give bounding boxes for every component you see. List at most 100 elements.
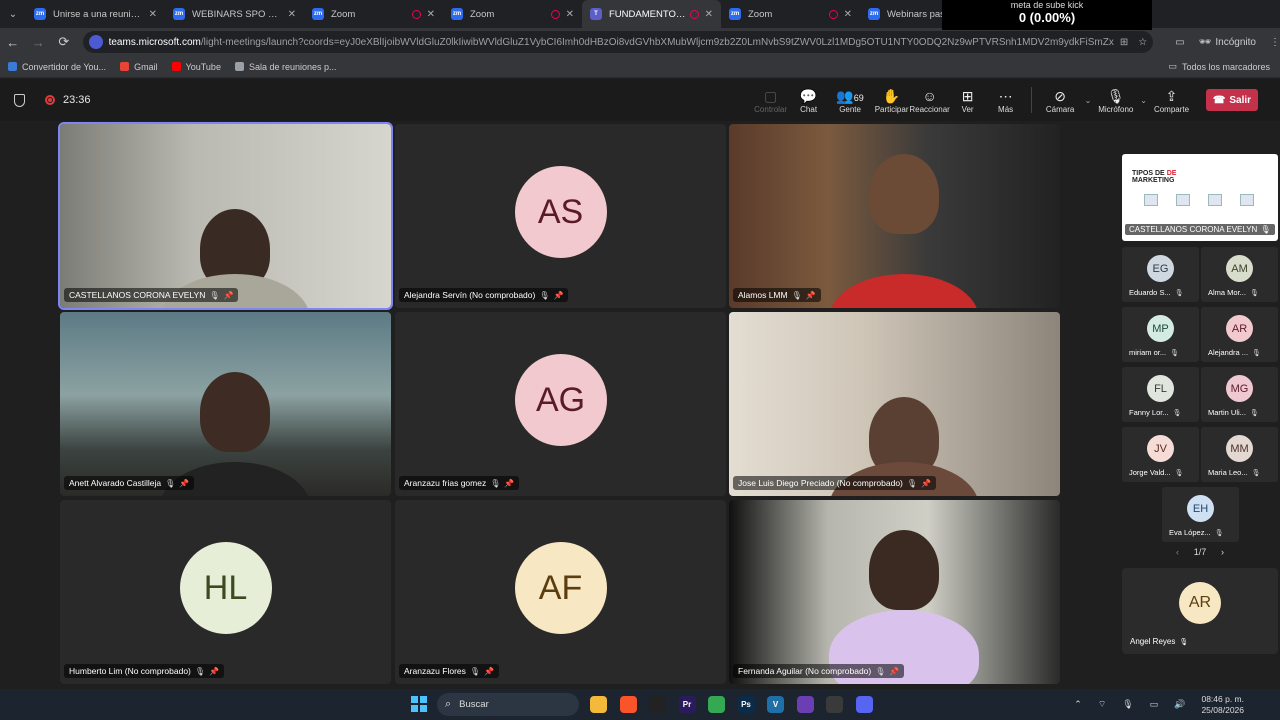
zoom-icon: zm	[451, 8, 463, 20]
zoom-icon: zm	[312, 8, 324, 20]
mic-options-chevron-icon[interactable]: ⌄	[1140, 96, 1147, 105]
pin-icon[interactable]: 📌	[889, 667, 899, 676]
rail-participant-tile[interactable]: EH Eva López... 🎙	[1162, 487, 1239, 542]
incognito-badge[interactable]: 🕶 Incógnito	[1199, 37, 1256, 48]
pin-icon[interactable]: 📌	[504, 479, 514, 488]
share-button[interactable]: ⇪ Comparte	[1150, 87, 1194, 114]
participant-tile[interactable]: AF Aranzazu Flores 🎙 📌	[395, 500, 726, 684]
video-feed-person	[869, 154, 939, 234]
bookmark-favicon-icon	[171, 62, 181, 71]
close-tab-icon[interactable]: ✕	[427, 9, 435, 20]
pin-icon[interactable]: 📌	[179, 479, 189, 488]
reaccionar-button[interactable]: ☺ Reaccionar	[909, 87, 949, 114]
shared-screen-preview[interactable]: TIPOS DE DE MARKETING CASTELLANOS CORONA E…	[1122, 154, 1278, 241]
close-tab-icon[interactable]: ✕	[705, 9, 713, 20]
tray-chevron-icon[interactable]: ⌃	[1074, 699, 1082, 710]
translate-icon[interactable]: ⊞	[1120, 37, 1128, 48]
rail-participant-tile[interactable]: AR Alejandra ... 🎙	[1201, 307, 1278, 362]
sidepanel-icon[interactable]: ▭	[1175, 37, 1184, 48]
rail-participant-tile[interactable]: JV Jorge Vald... 🎙	[1122, 427, 1199, 482]
bookmark-star-icon[interactable]: ☆	[1138, 37, 1147, 48]
pin-icon[interactable]: 📌	[484, 667, 494, 676]
participar-button[interactable]: ✋ Participar	[873, 87, 910, 114]
participant-name: Jose Luis Diego Preciado (No comprobado)	[738, 478, 903, 488]
más-button[interactable]: ⋯ Más	[987, 87, 1024, 114]
pin-icon[interactable]: 📌	[554, 291, 564, 300]
discord-icon[interactable]	[855, 696, 873, 713]
mic-muted-icon: 🎙	[165, 478, 176, 488]
meeting-stage: CASTELLANOS CORONA EVELYN 🎙 📌 AS Alejandra S…	[0, 121, 1280, 689]
participant-tile[interactable]: Fernanda Aguilar (No comprobado) 🎙 📌	[729, 500, 1060, 684]
premiere-icon[interactable]: Pr	[678, 696, 696, 713]
pin-icon[interactable]: 📌	[224, 291, 234, 300]
bookmark-item[interactable]: Convertidor de You...	[8, 62, 106, 72]
reload-icon[interactable]: ⟳	[51, 34, 77, 50]
rail-participant-tile[interactable]: AM Alma Mor... 🎙	[1201, 247, 1278, 302]
network-icon[interactable]: ▭	[1150, 699, 1159, 710]
browser-tab[interactable]: zm Zoom ✕	[721, 0, 860, 28]
close-tab-icon[interactable]: ✕	[288, 9, 296, 20]
gente-button[interactable]: 👥69 Gente	[828, 87, 872, 114]
wifi-off-icon[interactable]: ⌔	[1098, 699, 1106, 710]
microphone-button[interactable]: 🎙 Micrófono	[1094, 87, 1138, 114]
bookmark-item[interactable]: YouTube	[171, 62, 221, 72]
close-tab-icon[interactable]: ✕	[149, 9, 157, 20]
participant-tile[interactable]: HL Humberto Lim (No comprobado) 🎙 📌	[60, 500, 391, 684]
bookmark-item[interactable]: Sala de reuniones p...	[234, 62, 337, 72]
participant-tile[interactable]: CASTELLANOS CORONA EVELYN 🎙 📌	[58, 122, 393, 310]
bookmark-item[interactable]: Gmail	[120, 62, 158, 72]
ver-button[interactable]: ⊞ Ver	[949, 87, 986, 114]
file-explorer-icon[interactable]	[590, 696, 607, 713]
taskbar-search[interactable]: ⌕ Buscar	[437, 693, 579, 716]
all-bookmarks-button[interactable]: ▭ Todos los marcadores	[1168, 61, 1270, 72]
camera-button[interactable]: ⊘ Cámara	[1038, 87, 1082, 114]
browser-tab[interactable]: T FUNDAMENTOS DE M ✕	[582, 0, 721, 28]
back-arrow-icon[interactable]: ←	[0, 35, 26, 50]
rail-participant-tile[interactable]: MM Maria Leo... 🎙	[1201, 427, 1278, 482]
url-field[interactable]: teams.microsoft.com/light-meetings/launc…	[82, 31, 1154, 53]
pin-icon[interactable]: 📌	[209, 667, 219, 676]
slide-title-line1: TIPOS DE	[1132, 170, 1165, 177]
mic-tray-icon[interactable]: 🎙	[1122, 699, 1133, 710]
browser-tab[interactable]: zm WEBINARS SPO 2026 ✕	[165, 0, 304, 28]
vegas-icon[interactable]: V	[767, 696, 784, 713]
rail-participant-tile[interactable]: MG Martin Uli... 🎙	[1201, 367, 1278, 422]
browser-menu-icon[interactable]: ⋮	[1270, 37, 1280, 48]
steam-icon[interactable]	[826, 696, 843, 713]
taskbar-clock[interactable]: 08:46 p. m. 25/08/2026	[1201, 694, 1244, 716]
obs-icon[interactable]	[796, 696, 814, 713]
tiktok-icon[interactable]	[649, 696, 666, 713]
rail-participant-tile[interactable]: MP miriam or... 🎙	[1122, 307, 1199, 362]
next-page-chevron-icon[interactable]: ›	[1221, 547, 1224, 557]
participant-tile[interactable]: Alamos LMM 🎙 📌	[729, 124, 1060, 308]
participant-tile[interactable]: AG Aranzazu frias gomez 🎙 📌	[395, 312, 726, 496]
prev-page-chevron-icon[interactable]: ‹	[1176, 547, 1179, 557]
forward-arrow-icon[interactable]: →	[26, 35, 52, 50]
rail-participant-tile[interactable]: FL Fanny Lor... 🎙	[1122, 367, 1199, 422]
windows-start-icon[interactable]	[411, 696, 427, 712]
rail-participant-tile[interactable]: EG Eduardo S... 🎙	[1122, 247, 1199, 302]
leave-button[interactable]: ☎ Salir	[1206, 89, 1258, 111]
people-count: 69	[853, 92, 864, 103]
shield-icon[interactable]	[14, 93, 25, 107]
photoshop-icon[interactable]: Ps	[737, 696, 755, 713]
participant-tile[interactable]: AS Alejandra Servín (No comprobado) 🎙 📌	[395, 124, 726, 308]
chrome-icon[interactable]	[708, 696, 725, 713]
browser-tab[interactable]: zm Zoom ✕	[304, 0, 443, 28]
participant-tile[interactable]: Anett Alvarado Castilleja 🎙 📌	[60, 312, 391, 496]
browser-tab[interactable]: zm Zoom ✕	[443, 0, 582, 28]
close-tab-icon[interactable]: ✕	[566, 9, 574, 20]
pin-icon[interactable]: 📌	[921, 479, 931, 488]
camera-options-chevron-icon[interactable]: ⌄	[1085, 96, 1092, 105]
tab-search-chevron-icon[interactable]: ⌄	[0, 0, 26, 28]
site-info-icon[interactable]	[88, 35, 103, 49]
chat-button[interactable]: 💬 Chat	[790, 87, 827, 114]
pin-icon[interactable]: 📌	[806, 291, 816, 300]
mic-muted-icon: 🎙	[1249, 409, 1259, 417]
close-tab-icon[interactable]: ✕	[844, 9, 852, 20]
participant-tile[interactable]: Jose Luis Diego Preciado (No comprobado)…	[729, 312, 1060, 496]
rail-featured-tile[interactable]: AR Angel Reyes 🎙	[1122, 568, 1278, 654]
browser-tab[interactable]: zm Unirse a una reunión de Zoom ✕	[26, 0, 165, 28]
volume-icon[interactable]: 🔊	[1174, 699, 1185, 710]
brave-icon[interactable]	[619, 696, 637, 713]
